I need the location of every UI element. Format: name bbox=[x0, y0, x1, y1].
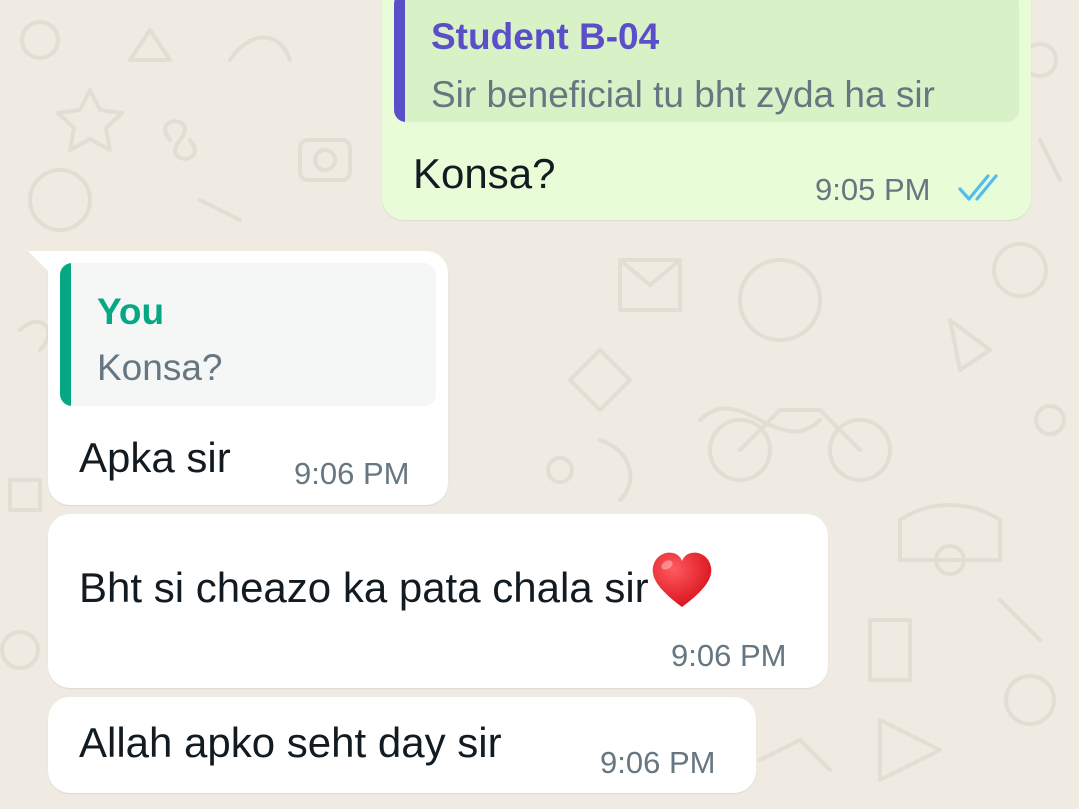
message-time: 9:05 PM bbox=[815, 172, 931, 207]
message-bubble-outgoing[interactable]: Student B-04 Sir beneficial tu bht zyda … bbox=[382, 0, 1031, 220]
message-bubble-incoming[interactable]: Allah apko seht day sir 9:06 PM bbox=[48, 697, 756, 793]
bubble-tail bbox=[28, 251, 48, 271]
quoted-reply[interactable]: You Konsa? bbox=[60, 263, 436, 406]
quoted-author: Student B-04 bbox=[431, 16, 660, 57]
message-text: Bht si cheazo ka pata chala sir bbox=[79, 550, 715, 612]
quoted-reply[interactable]: Student B-04 Sir beneficial tu bht zyda … bbox=[394, 0, 1019, 122]
message-text: Apka sir bbox=[79, 434, 231, 481]
message-bubble-incoming[interactable]: You Konsa? Apka sir 9:06 PM bbox=[28, 251, 448, 505]
message-text-content: Bht si cheazo ka pata chala sir bbox=[79, 564, 649, 611]
message-time: 9:06 PM bbox=[600, 745, 716, 780]
quoted-text: Konsa? bbox=[97, 347, 223, 388]
message-text: Konsa? bbox=[413, 150, 556, 197]
message-text: Allah apko seht day sir bbox=[79, 719, 502, 766]
message-time: 9:06 PM bbox=[294, 456, 410, 491]
message-bubble-incoming[interactable]: Bht si cheazo ka pata chala sir 9:06 PM bbox=[48, 514, 828, 688]
quote-accent-bar bbox=[60, 263, 71, 406]
red-heart-emoji bbox=[652, 552, 711, 607]
quoted-author: You bbox=[97, 291, 165, 332]
quoted-text: Sir beneficial tu bht zyda ha sir bbox=[431, 74, 935, 115]
double-check-read-icon bbox=[958, 174, 998, 201]
quote-accent-bar bbox=[394, 0, 405, 122]
message-time: 9:06 PM bbox=[671, 638, 787, 673]
